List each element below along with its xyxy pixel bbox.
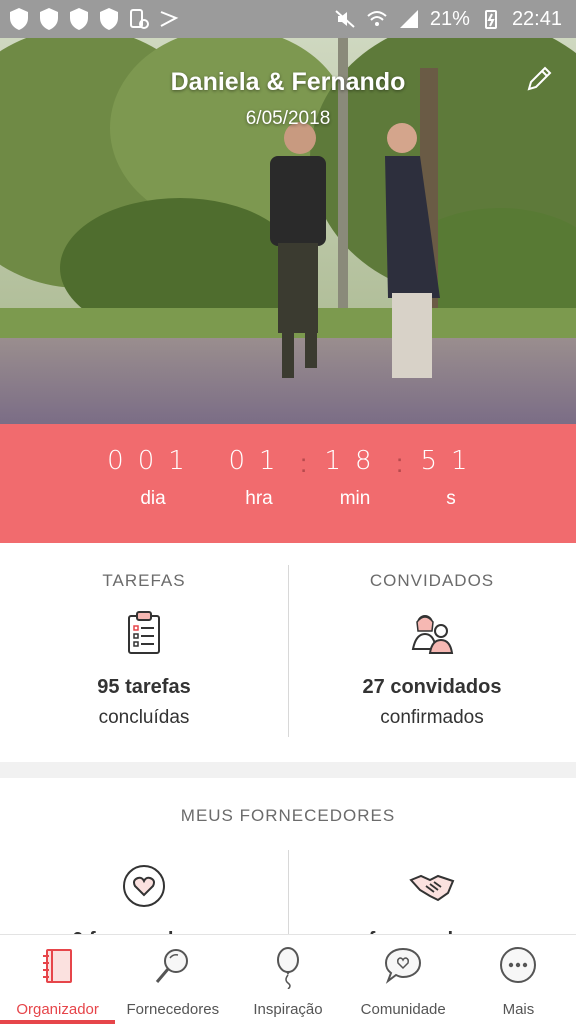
heart-circle-icon xyxy=(123,865,165,907)
seconds-label: s xyxy=(446,488,456,509)
guests-panel[interactable]: CONVIDADOS 27 convidados confirmados xyxy=(288,543,576,762)
nav-label: Organizador xyxy=(16,1001,99,1018)
bottom-nav: Organizador Fornecedores Inspiração Comu… xyxy=(0,934,576,1024)
countdown-days: 001 dia xyxy=(98,446,208,510)
seconds-value: 51 xyxy=(420,446,482,476)
wifi-icon xyxy=(367,11,387,26)
shield-icon xyxy=(10,8,28,30)
minutes-label: min xyxy=(339,488,371,509)
clipboard-icon xyxy=(128,611,160,654)
app-icon xyxy=(130,9,149,29)
magnifier-icon xyxy=(155,949,188,983)
tasks-count: 95 tarefas xyxy=(97,676,191,698)
nav-comunidade[interactable]: Comunidade xyxy=(346,935,461,1024)
nav-organizador[interactable]: Organizador xyxy=(0,935,116,1024)
shield-icon xyxy=(100,8,118,30)
countdown-minutes: 18 min xyxy=(322,446,388,510)
status-bar-left xyxy=(8,7,180,31)
handshake-icon xyxy=(409,874,455,902)
days-label: dia xyxy=(140,488,166,509)
clock: 22:41 xyxy=(511,7,562,30)
status-bar: 21% 22:41 xyxy=(0,0,576,38)
nav-mais[interactable]: Mais xyxy=(461,935,576,1024)
shield-icon xyxy=(70,8,88,30)
countdown-seconds: 51 s xyxy=(418,446,484,510)
nav-label: Inspiração xyxy=(253,1001,323,1018)
hours-label: hra xyxy=(245,488,273,509)
signal-icon xyxy=(399,10,418,28)
pencil-icon[interactable] xyxy=(524,64,554,94)
hours-value: 01 xyxy=(228,446,290,476)
tasks-sub: concluídas xyxy=(98,707,190,728)
countdown-hours: 01 hra xyxy=(226,446,292,510)
balloon-icon xyxy=(277,947,299,989)
nav-fornecedores[interactable]: Fornecedores xyxy=(115,935,230,1024)
colon-separator: : xyxy=(396,448,404,478)
nav-label: Fornecedores xyxy=(126,1001,220,1018)
guests-title: CONVIDADOS xyxy=(369,571,495,590)
vendors-hired-panel[interactable]: 0 fornecedores xyxy=(0,862,288,938)
notebook-icon xyxy=(42,949,72,983)
tasks-title: TAREFAS xyxy=(102,571,186,590)
vendors-card: MEUS FORNECEDORES 0 fornecedores fornece… xyxy=(0,778,576,938)
couple-icon xyxy=(411,615,454,654)
check-icon xyxy=(160,11,179,27)
status-bar-right: 21% 22:41 xyxy=(334,8,562,31)
summary-card: TAREFAS 95 tarefas concluídas CONVIDADOS… xyxy=(0,543,576,762)
colon-separator: : xyxy=(300,448,308,478)
battery-percent: 21% xyxy=(429,7,470,30)
mute-icon xyxy=(335,10,355,28)
nav-inspiracao[interactable]: Inspiração xyxy=(230,935,345,1024)
chat-heart-icon xyxy=(385,947,422,984)
more-icon xyxy=(500,947,537,983)
battery-icon xyxy=(484,10,497,29)
couple-hero: Daniela & Fernando 6/05/2018 xyxy=(0,38,576,424)
nav-label: Mais xyxy=(502,1001,535,1018)
couple-names: Daniela & Fernando xyxy=(170,68,406,96)
countdown: 001 dia 01 hra : 18 min : 51 s xyxy=(0,424,576,543)
tasks-panel[interactable]: TAREFAS 95 tarefas concluídas xyxy=(0,543,288,762)
vendors-saved-panel[interactable]: fornecedores xyxy=(288,862,576,938)
days-value: 001 xyxy=(107,446,199,476)
minutes-value: 18 xyxy=(324,446,386,476)
vendors-title: MEUS FORNECEDORES xyxy=(180,806,396,825)
guests-sub: confirmados xyxy=(380,707,484,728)
shield-icon xyxy=(40,8,58,30)
wedding-date: 6/05/2018 xyxy=(245,108,331,129)
guests-count: 27 convidados xyxy=(362,676,502,698)
nav-label: Comunidade xyxy=(360,1001,446,1018)
